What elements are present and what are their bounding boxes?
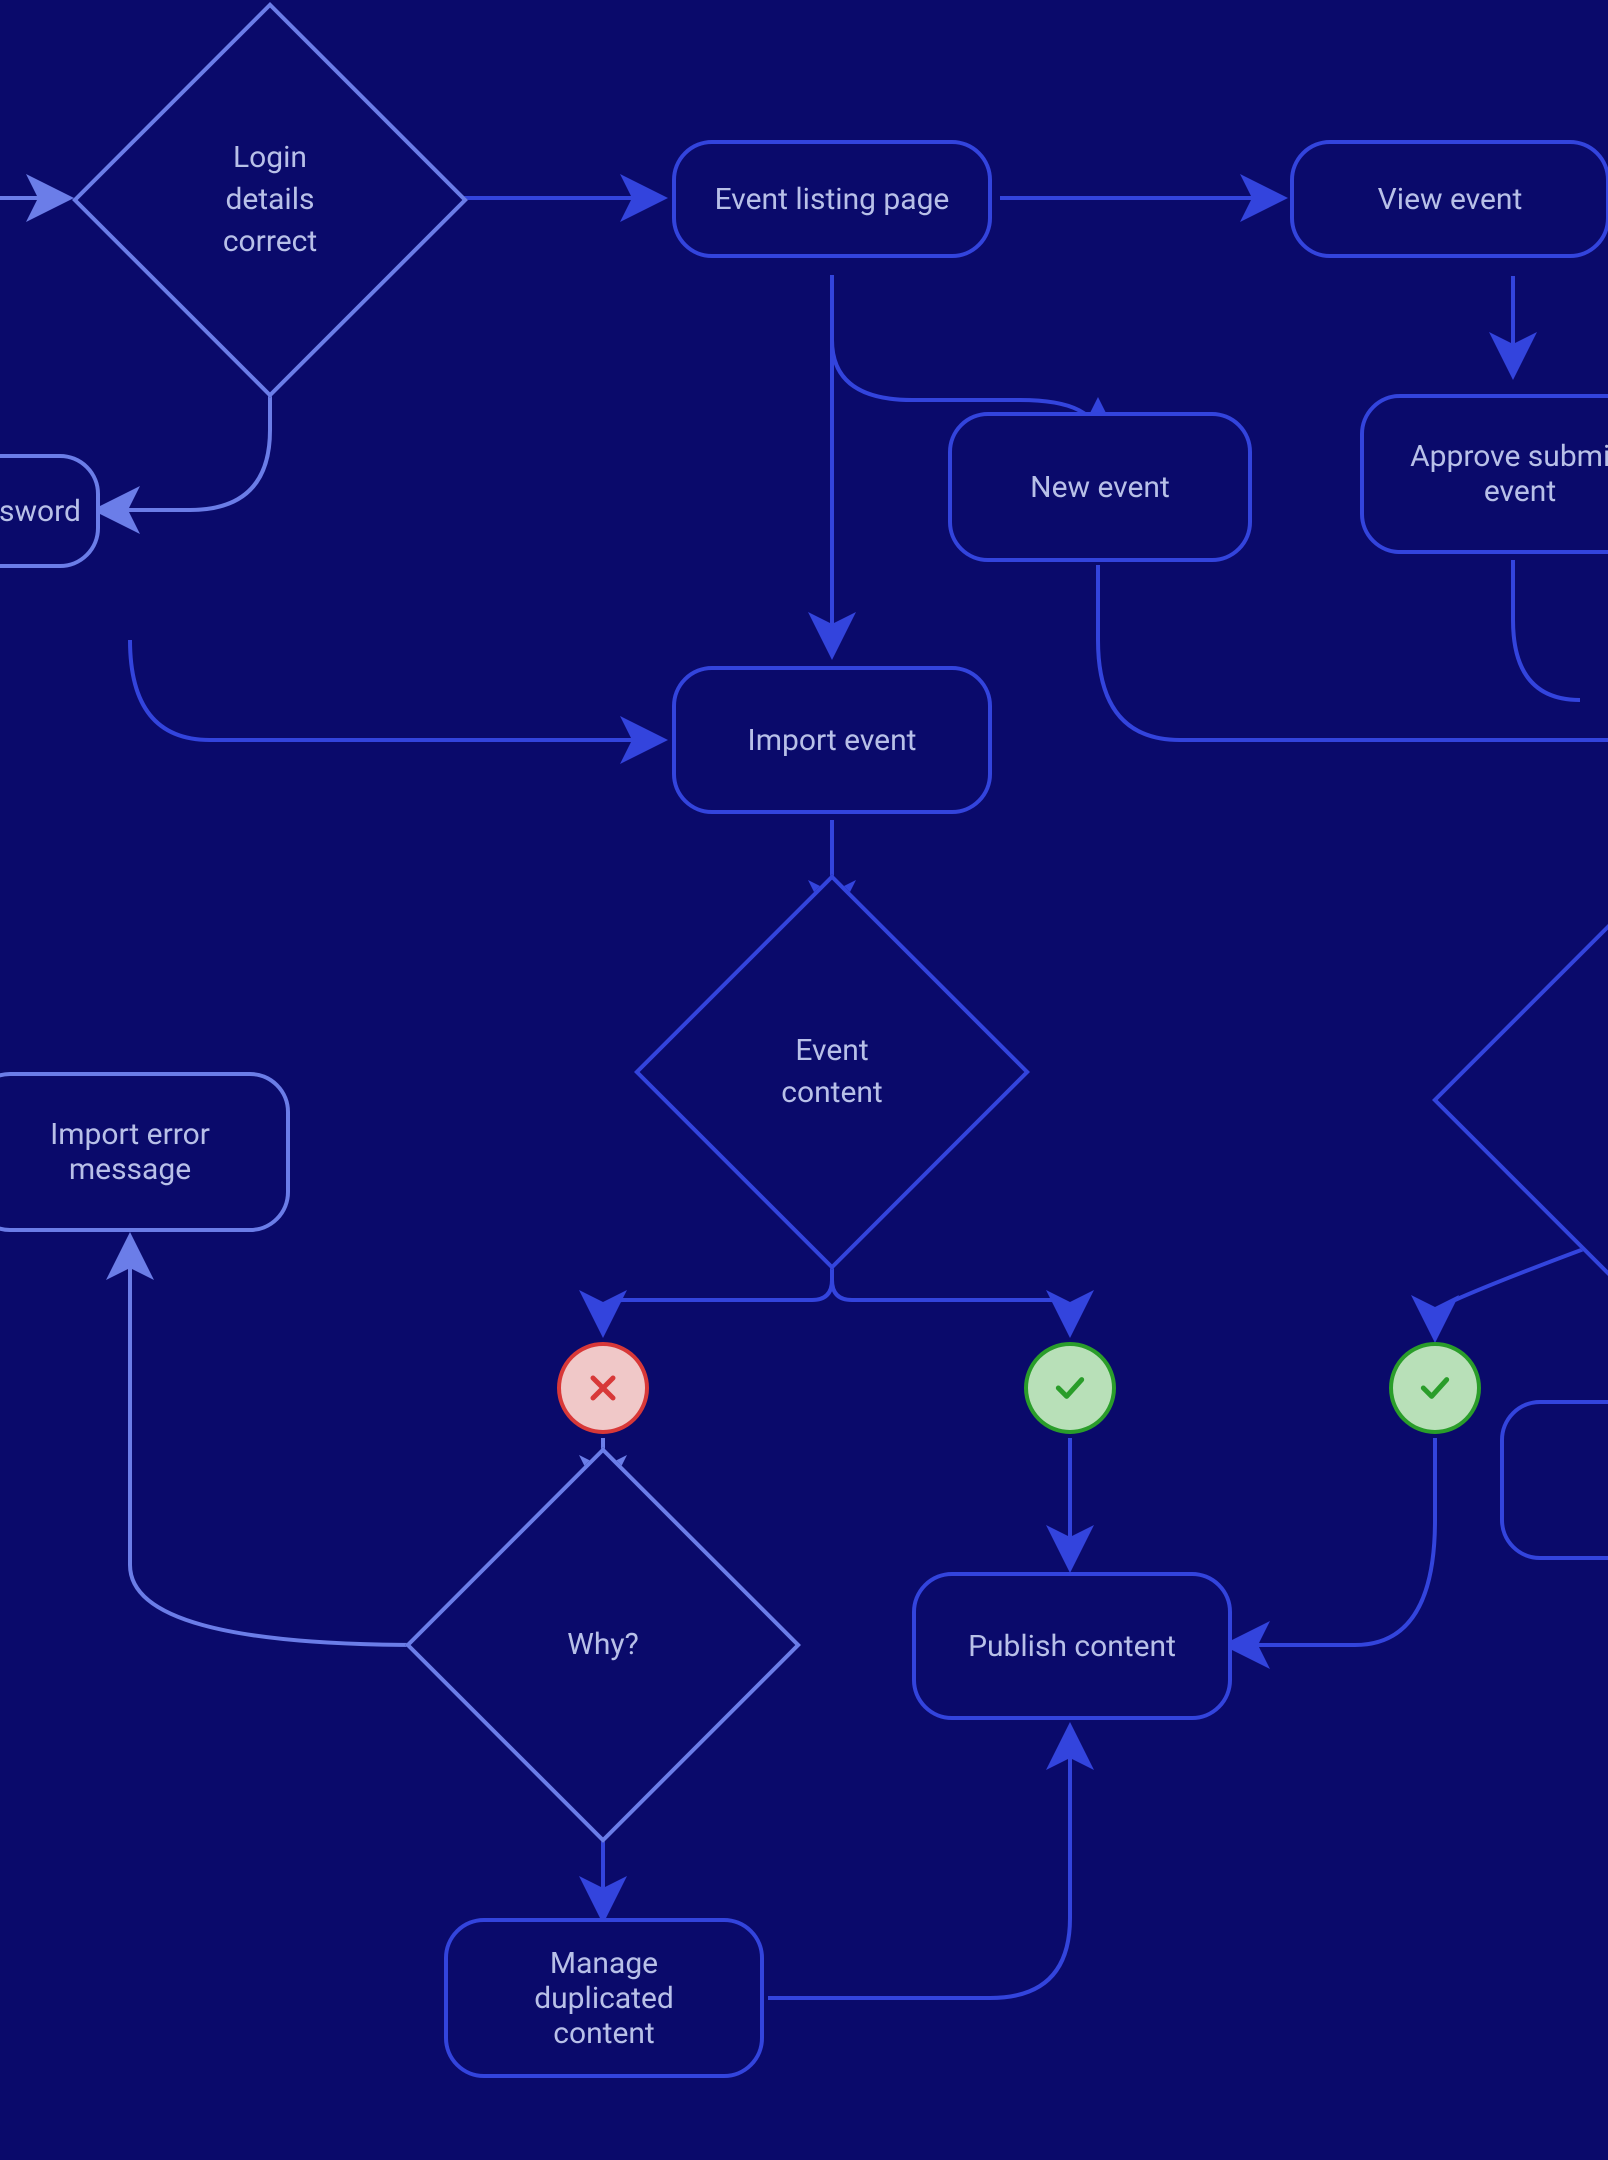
manage-duplicated-node: Manage duplicatedcontent [444, 1918, 764, 2078]
partial-diamond-right [1490, 960, 1608, 1240]
import-event-node: Import event [672, 666, 992, 814]
event-content-diamond: Eventcontent [692, 932, 972, 1212]
password-label: sword [0, 494, 81, 529]
publish-content-node: Publish content [912, 1572, 1232, 1720]
view-event-label: View event [1378, 182, 1523, 217]
import-event-label: Import event [748, 723, 917, 758]
import-error-label: Import errormessage [50, 1117, 210, 1187]
manage-duplicated-label: Manage duplicatedcontent [478, 1946, 730, 2051]
import-error-node: Import errormessage [0, 1072, 290, 1232]
why-label: Why? [567, 1624, 639, 1666]
event-listing-node: Event listing page [672, 140, 992, 258]
new-event-node: New event [948, 412, 1252, 562]
why-diamond: Why? [463, 1505, 743, 1785]
password-node: sword [0, 454, 100, 568]
success-icon-2 [1389, 1342, 1481, 1434]
check-icon [1050, 1368, 1090, 1408]
partial-right-node [1500, 1400, 1608, 1560]
login-details-diamond: Logindetailscorrect [130, 60, 410, 340]
new-event-label: New event [1030, 470, 1170, 505]
view-event-node: View event [1290, 140, 1608, 258]
publish-content-label: Publish content [968, 1629, 1176, 1664]
approve-submitted-label: Approve submittevent [1410, 439, 1608, 509]
event-content-label: Eventcontent [781, 1030, 882, 1114]
x-icon [583, 1368, 623, 1408]
flowchart-canvas: Logindetailscorrect Event listing page V… [0, 0, 1608, 2160]
event-listing-label: Event listing page [715, 182, 950, 217]
error-icon [557, 1342, 649, 1434]
approve-submitted-node: Approve submittevent [1360, 394, 1608, 554]
success-icon-1 [1024, 1342, 1116, 1434]
check-icon [1415, 1368, 1455, 1408]
login-details-label: Logindetailscorrect [223, 137, 317, 263]
